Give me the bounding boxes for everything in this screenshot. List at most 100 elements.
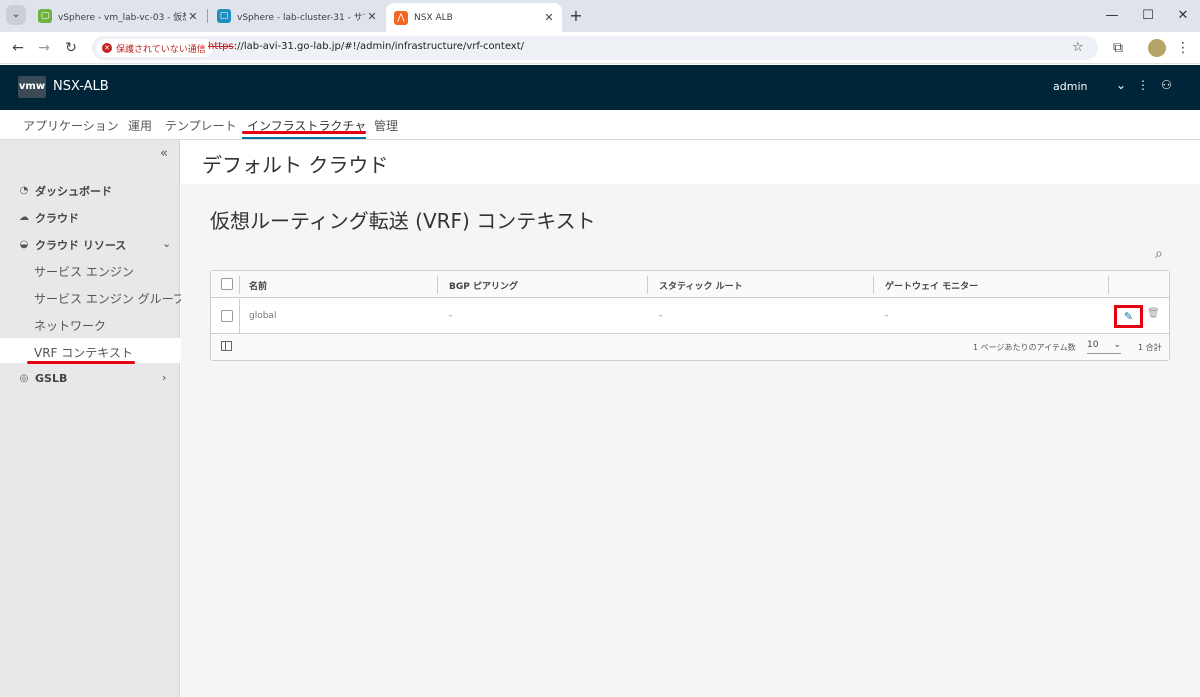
delete-trash-icon[interactable]: 🗑 xyxy=(1147,308,1160,319)
highlight-underline xyxy=(27,361,135,364)
sidebar-item-label: クラウド xyxy=(35,212,79,225)
nav-administration[interactable]: 管理 xyxy=(374,117,398,134)
vrf-grid: 名前 BGP ピアリング スタティック ルート ゲートウェイ モニター glob… xyxy=(210,270,1170,361)
url-scheme: https xyxy=(208,41,234,52)
chevron-down-icon: ⌄ xyxy=(1113,340,1121,350)
column-divider xyxy=(437,276,438,294)
vsphere-favicon-icon: ▢ xyxy=(38,9,52,23)
sidebar-item-cloud-resources[interactable]: ◒ クラウド リソース xyxy=(18,237,127,253)
close-window-icon[interactable]: ✕ xyxy=(1173,6,1193,26)
url-text[interactable]: https://lab-avi-31.go-lab.jp/#!/admin/in… xyxy=(208,41,524,52)
tab-search-icon[interactable]: ⌄ xyxy=(6,5,26,25)
new-tab-button[interactable]: + xyxy=(566,6,586,26)
sidebar: « ◔ ダッシュボード ☁ クラウド ◒ クラウド リソース ⌄ サービス エン… xyxy=(0,140,185,697)
column-divider xyxy=(647,276,648,294)
dashboard-icon: ◔ xyxy=(19,185,29,196)
highlight-underline xyxy=(242,131,366,134)
maximize-icon[interactable]: ☐ xyxy=(1138,6,1158,26)
close-tab-icon[interactable]: ✕ xyxy=(186,10,200,23)
nav-applications[interactable]: アプリケーション xyxy=(23,117,119,134)
column-switch-icon[interactable] xyxy=(221,341,232,351)
cloud-title[interactable]: デフォルト クラウド xyxy=(202,149,388,178)
browser-menu-icon[interactable]: ⋮ xyxy=(1173,38,1193,58)
more-options-icon[interactable]: ⋮ xyxy=(1137,78,1149,92)
sidebar-item-label: GSLB xyxy=(35,372,68,385)
row-checkbox[interactable] xyxy=(221,310,233,322)
close-tab-icon[interactable]: ✕ xyxy=(542,11,556,24)
security-indicator[interactable]: ✕ 保護されていない通信 xyxy=(96,39,213,57)
table-row: global - - - ✎ 🗑 xyxy=(211,299,1169,334)
tab-title: NSX ALB xyxy=(414,12,453,23)
cloud-header: デフォルト クラウド xyxy=(181,140,1200,184)
browser-tab-nsx-alb[interactable]: ⋀ NSX ALB ✕ xyxy=(386,3,562,32)
browser-tab-strip: ⌄ ▢ vSphere - vm_lab-vc-03 - 仮想マ ✕ ▢ vSp… xyxy=(0,0,1200,32)
sidebar-item-dashboard[interactable]: ◔ ダッシュボード xyxy=(18,183,112,199)
page-title: 仮想ルーティング転送 (VRF) コンテキスト xyxy=(210,209,596,233)
url-path: ://lab-avi-31.go-lab.jp/#!/admin/infrast… xyxy=(233,41,524,52)
user-menu[interactable]: admin xyxy=(1053,80,1087,93)
cell-gateway-monitor: - xyxy=(885,311,889,321)
sidebar-item-gslb[interactable]: ◎ GSLB xyxy=(18,372,68,385)
cloud-icon: ☁ xyxy=(19,212,29,223)
app-name: NSX-ALB xyxy=(53,79,109,94)
app-header: vmw NSX-ALB admin ⌄ ⋮ ⚇ xyxy=(0,65,1200,110)
browser-toolbar: ← → ↻ ✕ 保護されていない通信 https://lab-avi-31.go… xyxy=(0,32,1200,64)
cloud-resources-icon: ◒ xyxy=(19,239,29,250)
column-header-name[interactable]: 名前 xyxy=(249,279,267,292)
sidebar-item-label: ダッシュボード xyxy=(35,185,112,198)
browser-tab-vsphere-cluster[interactable]: ▢ vSphere - lab-cluster-31 - サマリ ✕ xyxy=(209,3,385,29)
column-divider xyxy=(239,299,240,334)
extensions-icon[interactable]: ⧉ xyxy=(1108,38,1128,58)
nav-templates[interactable]: テンプレート xyxy=(165,117,237,134)
main-content: デフォルト クラウド 仮想ルーティング転送 (VRF) コンテキスト ⌕ 名前 … xyxy=(181,140,1200,697)
minimize-icon[interactable]: — xyxy=(1102,6,1122,26)
column-divider xyxy=(873,276,874,294)
sidebar-item-service-engine-group[interactable]: サービス エンジン グループ xyxy=(34,290,185,307)
reload-icon[interactable]: ↻ xyxy=(61,38,81,58)
profile-avatar[interactable] xyxy=(1148,39,1166,57)
sidebar-item-network[interactable]: ネットワーク xyxy=(34,317,106,334)
forward-icon[interactable]: → xyxy=(34,38,54,58)
page-size-select[interactable]: 10 ⌄ xyxy=(1087,340,1121,354)
chevron-down-icon[interactable]: ⌄ xyxy=(1116,78,1126,92)
globe-icon: ◎ xyxy=(19,372,29,384)
sidebar-item-service-engine[interactable]: サービス エンジン xyxy=(34,263,134,280)
browser-tab-vsphere-vm[interactable]: ▢ vSphere - vm_lab-vc-03 - 仮想マ ✕ xyxy=(30,3,206,29)
sidebar-item-label: クラウド リソース xyxy=(35,239,127,252)
nav-operations[interactable]: 運用 xyxy=(128,117,152,134)
tab-title: vSphere - vm_lab-vc-03 - 仮想マ xyxy=(58,12,186,23)
cell-name[interactable]: global xyxy=(249,311,276,321)
tab-divider xyxy=(207,9,208,23)
close-tab-icon[interactable]: ✕ xyxy=(365,10,379,23)
tab-title: vSphere - lab-cluster-31 - サマリ xyxy=(237,12,365,23)
chevron-down-icon[interactable]: ⌄ xyxy=(162,237,171,250)
back-icon[interactable]: ← xyxy=(8,38,28,58)
vmware-logo: vmw xyxy=(18,76,46,98)
column-header-static-route[interactable]: スタティック ルート xyxy=(659,279,743,292)
search-icon[interactable]: ⌕ xyxy=(1155,246,1163,262)
cell-bgp: - xyxy=(449,311,453,321)
vsphere-favicon-icon: ▢ xyxy=(217,9,231,23)
column-header-gateway-monitor[interactable]: ゲートウェイ モニター xyxy=(885,279,978,292)
cell-static-route: - xyxy=(659,311,663,321)
user-icon[interactable]: ⚇ xyxy=(1161,78,1172,92)
per-page-label: 1 ページあたりのアイテム数 xyxy=(973,343,1076,352)
active-tab-indicator xyxy=(242,137,366,139)
address-bar[interactable]: ✕ 保護されていない通信 https://lab-avi-31.go-lab.j… xyxy=(92,36,1098,60)
grid-footer: 1 ページあたりのアイテム数 10 ⌄ 1 合計 xyxy=(211,335,1169,360)
select-all-checkbox[interactable] xyxy=(221,278,233,290)
warning-icon: ✕ xyxy=(102,43,112,53)
top-navigation: アプリケーション 運用 テンプレート インフラストラクチャ 管理 xyxy=(0,110,1200,140)
total-count: 1 合計 xyxy=(1138,343,1162,352)
bookmark-star-icon[interactable]: ☆ xyxy=(1072,40,1084,55)
column-divider xyxy=(239,276,240,294)
security-label: 保護されていない通信 xyxy=(116,44,206,55)
sidebar-item-vrf-context[interactable]: VRF コンテキスト xyxy=(34,344,133,361)
chevron-right-icon[interactable]: › xyxy=(162,371,166,384)
grid-header: 名前 BGP ピアリング スタティック ルート ゲートウェイ モニター xyxy=(211,271,1169,298)
edit-pencil-icon[interactable]: ✎ xyxy=(1114,305,1143,328)
collapse-sidebar-icon[interactable]: « xyxy=(160,146,168,161)
column-header-bgp[interactable]: BGP ピアリング xyxy=(449,279,518,292)
sidebar-item-cloud[interactable]: ☁ クラウド xyxy=(18,210,79,226)
column-divider xyxy=(1108,276,1109,294)
